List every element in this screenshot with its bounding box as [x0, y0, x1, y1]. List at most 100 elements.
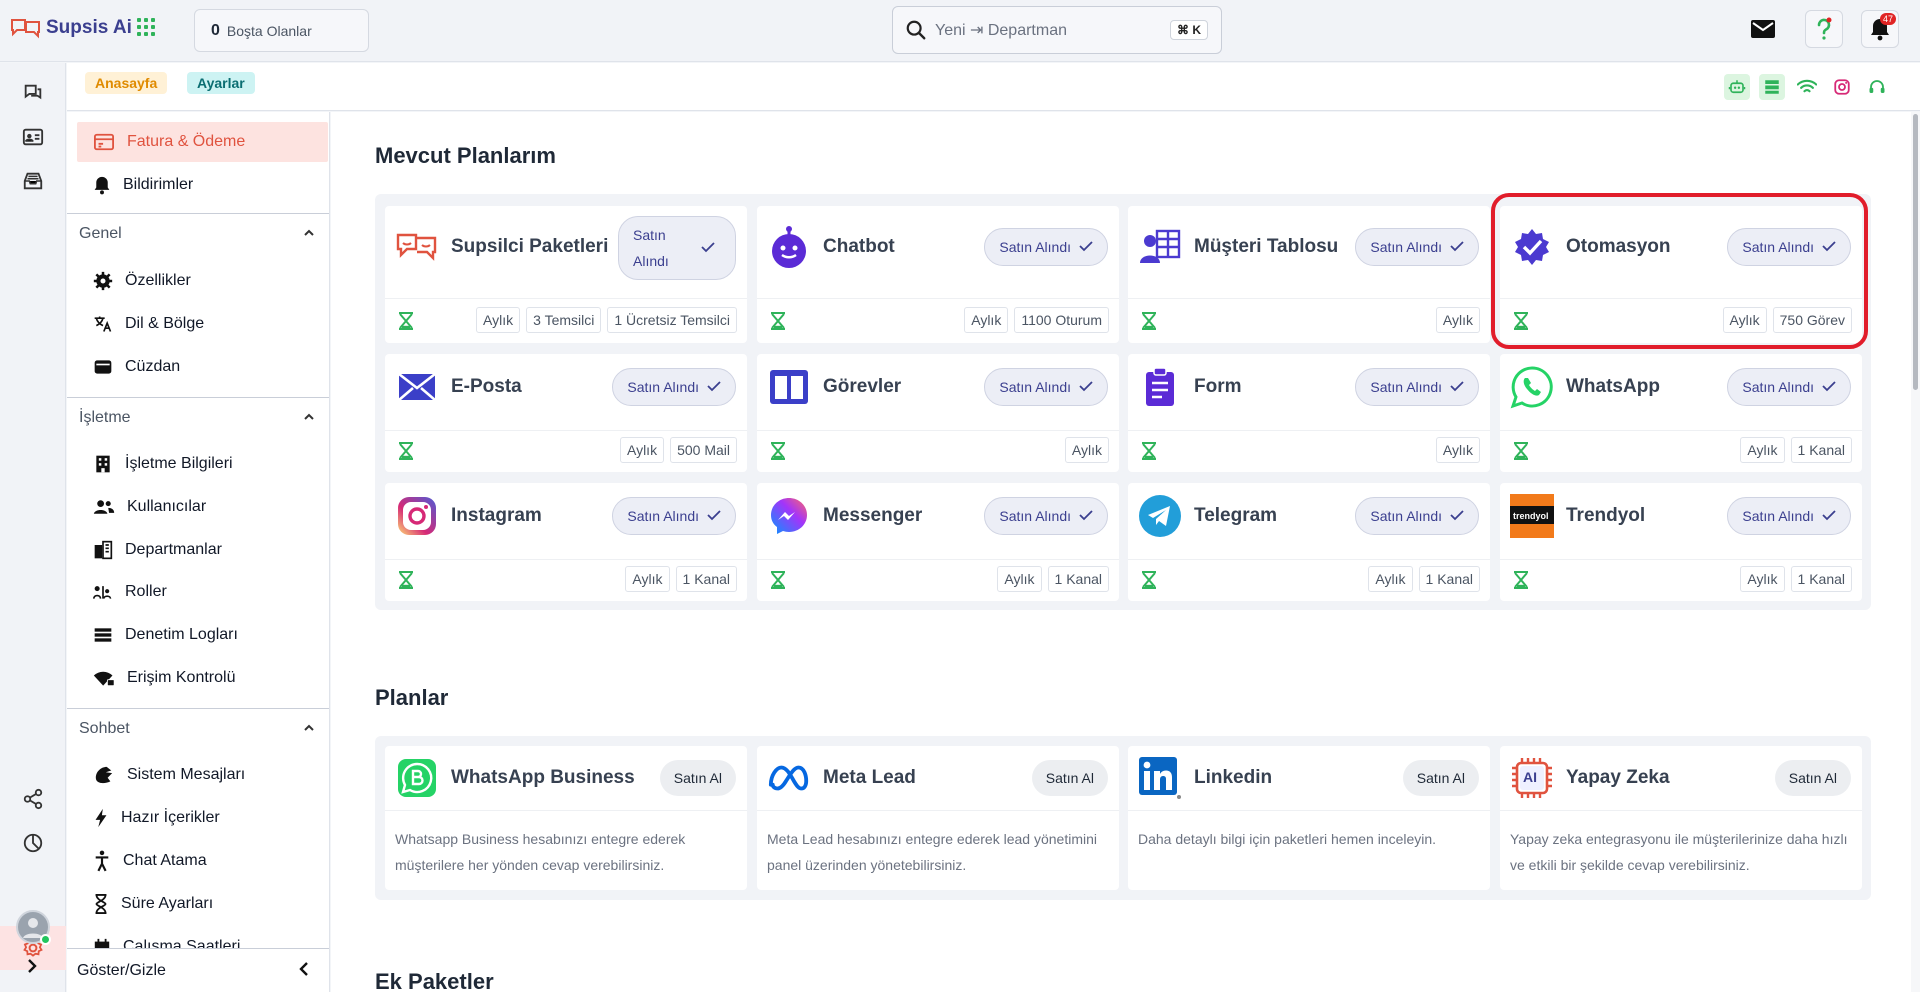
chevron-up-icon	[304, 724, 314, 731]
hourglass-icon	[769, 442, 787, 460]
toggle-menu-button[interactable]: Göster/Gizle	[67, 948, 329, 992]
app-logo[interactable]: Supsis Ai	[10, 17, 132, 39]
buy-button[interactable]: Satın Al	[659, 760, 736, 796]
purchased-button[interactable]: Satın Alındı	[984, 368, 1108, 406]
apps-grid-icon[interactable]	[137, 18, 155, 36]
plan-tags: Aylık	[1435, 306, 1480, 333]
rail-chats[interactable]	[19, 79, 47, 107]
plan-card: E-Posta Satın Alındı Aylık 500 Mail	[385, 354, 747, 472]
mail-button[interactable]	[1744, 10, 1782, 48]
section-header-chat[interactable]: Sohbet	[67, 708, 329, 748]
buy-button[interactable]: Satın Al	[1774, 760, 1851, 796]
envelope-icon	[1751, 20, 1775, 38]
buy-button[interactable]: Satın Al	[1031, 760, 1108, 796]
plan-tag: Aylık	[625, 566, 670, 592]
plans-title: Planlar	[375, 685, 449, 710]
hourglass-icon	[1512, 571, 1530, 589]
rail-contacts[interactable]	[19, 123, 47, 151]
plan-tags: Aylık 3 Temsilci 1 Ücretsiz Temsilci	[476, 306, 737, 333]
share-icon	[23, 788, 43, 810]
idle-label: Boşta Olanlar	[226, 22, 312, 39]
menu-item-roles[interactable]: Roller	[77, 572, 329, 612]
menu-item-canned-responses[interactable]: Hazır İçerikler	[77, 798, 329, 838]
rail-share[interactable]	[19, 785, 47, 813]
menu-item-departments[interactable]: Departmanlar	[77, 530, 329, 570]
channel-bot-button[interactable]	[1724, 74, 1750, 100]
menu-item-audit-logs[interactable]: Denetim Logları	[77, 615, 329, 655]
trendyol-logo-text: trendyol	[1513, 511, 1549, 521]
headset-icon	[1869, 80, 1885, 93]
search-input[interactable]: Yeni ⇥ Departman ⌘ K	[892, 6, 1222, 54]
check-icon	[1450, 379, 1464, 395]
menu-item-business-info[interactable]: İşletme Bilgileri	[77, 444, 329, 484]
telegram-icon	[1138, 494, 1182, 538]
purchased-button[interactable]: Satın Alındı	[618, 216, 736, 280]
avatar[interactable]	[16, 910, 51, 945]
channel-wifi-button[interactable]	[1794, 74, 1820, 100]
plan-card: trendyol Trendyol Satın Alındı Aylık 1 Kanal	[1500, 483, 1862, 601]
section-header-business[interactable]: İşletme	[67, 397, 329, 437]
expand-rail-button[interactable]	[22, 956, 42, 981]
chevron-left-icon	[299, 962, 308, 976]
section-title: İşletme	[79, 408, 131, 426]
rail-reports[interactable]	[19, 829, 47, 857]
menu-item-label: Bildirimler	[123, 176, 194, 193]
menu-item-label: Özellikler	[125, 272, 191, 289]
pie-chart-icon	[23, 833, 43, 853]
menu-item-notifications[interactable]: Bildirimler	[77, 165, 329, 205]
search-icon	[906, 20, 926, 40]
users-icon	[93, 500, 115, 514]
purchased-button[interactable]: Satın Alındı	[984, 497, 1108, 535]
available-plan-card: Linkedin Satın Al Daha detaylı bilgi için …	[1128, 746, 1490, 890]
purchased-button[interactable]: Satın Alındı	[1355, 368, 1479, 406]
buy-button[interactable]: Satın Al	[1402, 760, 1479, 796]
menu-item-users[interactable]: Kullanıcılar	[77, 487, 329, 527]
plan-tag: Aylık	[1740, 566, 1785, 592]
purchased-button[interactable]: Satın Alındı	[1355, 497, 1479, 535]
extra-packages-title: Ek Paketler	[375, 969, 494, 992]
menu-item-language[interactable]: Dil & Bölge	[77, 304, 329, 344]
hourglass-icon	[769, 311, 787, 330]
section-header-general[interactable]: Genel	[67, 213, 329, 253]
card-divider	[385, 298, 747, 299]
check-icon	[1079, 379, 1093, 395]
plan-tag: Aylık	[997, 566, 1042, 592]
rail-inbox[interactable]	[19, 167, 47, 195]
menu-item-time-settings[interactable]: Süre Ayarları	[77, 884, 329, 924]
purchased-button[interactable]: Satın Alındı	[1727, 497, 1851, 535]
breadcrumb-home[interactable]: Anasayfa	[85, 72, 168, 94]
breadcrumb-current[interactable]: Ayarlar	[187, 72, 255, 94]
menu-item-wallet[interactable]: Cüzdan	[77, 347, 329, 387]
card-divider	[1128, 298, 1490, 299]
purchased-button[interactable]: Satın Alındı	[984, 228, 1108, 266]
menu-item-billing[interactable]: Fatura & Ödeme	[77, 122, 328, 162]
help-button[interactable]	[1805, 10, 1843, 48]
menu-item-access-control[interactable]: Erişim Kontrolü	[77, 658, 329, 698]
channel-instagram-button[interactable]	[1829, 74, 1855, 100]
purchased-button[interactable]: Satın Alındı	[612, 497, 736, 535]
purchased-label: Satın Alındı	[1742, 508, 1814, 524]
menu-item-label: Departmanlar	[125, 541, 222, 558]
channel-server-button[interactable]	[1759, 74, 1785, 100]
notifications-button[interactable]: 47	[1861, 10, 1899, 48]
plan-tag: Aylık	[1435, 306, 1480, 333]
check-icon	[707, 379, 721, 395]
trendyol-icon: trendyol	[1510, 494, 1554, 538]
check-icon	[701, 235, 715, 261]
main-scrollbar[interactable]	[1911, 112, 1920, 992]
roles-icon	[93, 586, 112, 599]
menu-item-features[interactable]: Özellikler	[77, 261, 329, 301]
menu-item-chat-assign[interactable]: Chat Atama	[77, 841, 329, 881]
channel-headset-button[interactable]	[1864, 74, 1890, 100]
plan-card: Telegram Satın Alındı Aylık 1 Kanal	[1128, 483, 1490, 601]
supsis-logo-icon	[11, 19, 40, 39]
purchased-button[interactable]: Satın Alındı	[1355, 228, 1479, 266]
linkedin-icon	[1138, 756, 1182, 800]
menu-item-system-messages[interactable]: Sistem Mesajları	[77, 755, 329, 795]
plan-tag: Aylık	[476, 306, 521, 333]
purchased-button[interactable]: Satın Alındı	[612, 368, 736, 406]
purchased-button[interactable]: Satın Alındı	[1727, 368, 1851, 406]
hourglass-icon	[1140, 442, 1158, 460]
idle-agents-button[interactable]: 0 Boşta Olanlar	[194, 9, 369, 52]
plan-card-title: Trendyol	[1566, 505, 1646, 526]
